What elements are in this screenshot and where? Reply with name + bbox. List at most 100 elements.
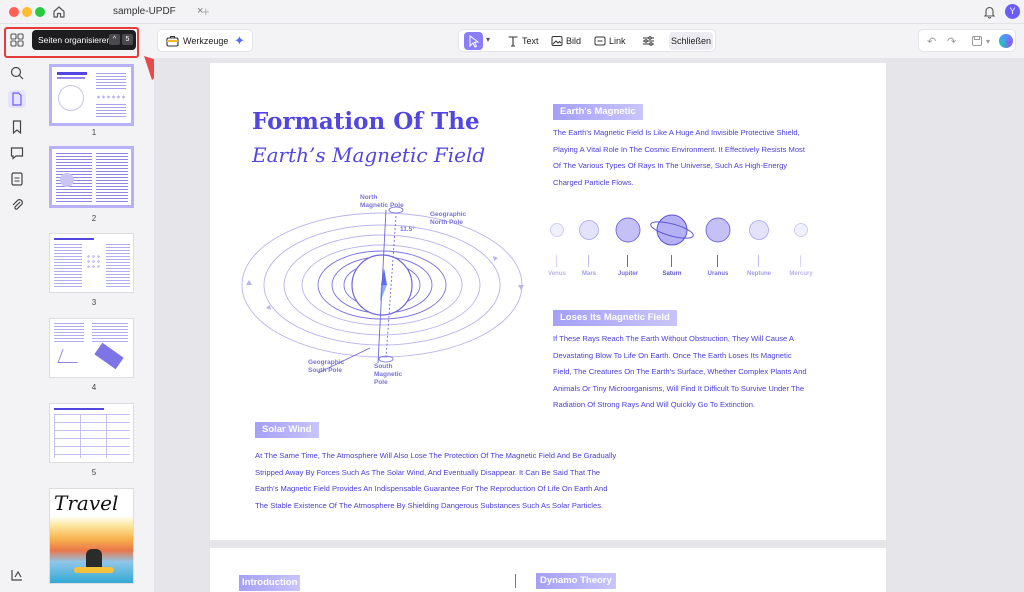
bell-icon[interactable] bbox=[983, 5, 996, 19]
close-edit-button[interactable]: Schließen bbox=[669, 32, 713, 50]
cursor-icon bbox=[469, 35, 480, 48]
new-tab-button[interactable]: + bbox=[202, 4, 210, 19]
link-tool-button[interactable]: Link bbox=[594, 32, 634, 50]
search-icon[interactable] bbox=[8, 64, 26, 82]
page-thumbnail-1[interactable] bbox=[49, 64, 134, 126]
image-icon bbox=[551, 36, 563, 46]
attachment-list-icon[interactable] bbox=[8, 170, 26, 188]
section-heading-introduction: Introduction bbox=[239, 575, 301, 591]
paragraph-line: Animals Or Tiny Microorganisms, Will Fin… bbox=[553, 383, 805, 393]
paragraph-line: If These Rays Reach The Earth Without Ob… bbox=[553, 334, 794, 343]
tilt-angle-label: 11.5° bbox=[400, 226, 415, 233]
section-heading-dynamo-theory: Dynamo Theory bbox=[536, 573, 616, 589]
paragraph-line: At The Same Time, The Atmosphere Will Al… bbox=[255, 451, 617, 460]
geographic-north-pole-label: Geographic North Pole bbox=[430, 211, 467, 226]
column-divider bbox=[515, 574, 516, 588]
page-number: 4 bbox=[91, 383, 97, 392]
image-tool-button[interactable]: Bild bbox=[551, 32, 591, 50]
paragraph-line: Charged Particle Flows. bbox=[553, 177, 634, 187]
text-tool-button[interactable]: Text bbox=[507, 32, 547, 50]
page-thumbnail-4[interactable] bbox=[49, 318, 134, 378]
home-icon[interactable] bbox=[52, 5, 66, 19]
left-sidebar bbox=[0, 58, 34, 592]
paragraph-line: The Stable Existence Of The Atmosphere B… bbox=[255, 500, 604, 510]
pdf-page-2: Introduction Dynamo Theory bbox=[210, 548, 886, 592]
document-viewer[interactable]: Formation Of The Earth’s Magnetic Field bbox=[154, 58, 1024, 592]
layers-icon[interactable] bbox=[8, 566, 26, 584]
section-heading-earths-magnetic: Earth's Magnetic bbox=[553, 104, 643, 120]
magnetic-field-diagram bbox=[241, 206, 524, 374]
ai-assistant-icon[interactable] bbox=[999, 34, 1013, 48]
adjust-settings-icon[interactable] bbox=[642, 35, 655, 47]
page-thumbnail-6[interactable]: Travel bbox=[49, 488, 134, 584]
right-toolbar-group: ↶ ↷ ▾ bbox=[918, 29, 1016, 52]
planet-tick bbox=[556, 255, 557, 267]
text-icon bbox=[508, 36, 518, 47]
planet-tick bbox=[627, 255, 628, 267]
page-number: 1 bbox=[91, 128, 97, 137]
earths-magnetic-paragraph: The Earth's Magnetic Field Is Like A Hug… bbox=[553, 125, 873, 191]
thumbnail-panel: 1 2 3 4 5 Travel bbox=[34, 58, 154, 592]
geographic-south-pole-label: Geographic South Pole bbox=[308, 359, 345, 374]
minimize-window-button[interactable] bbox=[22, 7, 32, 17]
link-icon bbox=[594, 36, 606, 46]
page-title: Formation Of The bbox=[252, 108, 480, 135]
page-icon bbox=[12, 92, 22, 106]
image-tool-label: Bild bbox=[566, 36, 582, 46]
page-number: 5 bbox=[91, 468, 97, 477]
comment-icon[interactable] bbox=[8, 144, 26, 162]
paragraph-line: Field, The Creatures On The Earth's Surf… bbox=[553, 367, 807, 377]
paragraph-line: Devastating Blow To Life On Earth. Once … bbox=[553, 350, 792, 360]
tools-label: Werkzeuge bbox=[183, 36, 229, 46]
paragraph-line: Radiation Of Strong Rays And Will Quickl… bbox=[553, 400, 756, 410]
ai-sparkle-icon[interactable]: ✦ bbox=[234, 33, 245, 49]
page-thumbnail-2[interactable] bbox=[49, 146, 134, 208]
tab-title: sample-UPDF bbox=[113, 6, 176, 17]
planet-label-uranus: Uranus bbox=[707, 271, 729, 277]
paragraph-line: Of The Various Types Of Rays In The Univ… bbox=[553, 161, 788, 171]
sidebar-item-thumbnails[interactable] bbox=[8, 90, 26, 108]
planet-tick bbox=[758, 255, 759, 267]
planet-tick bbox=[800, 255, 801, 267]
page-thumbnail-5[interactable] bbox=[49, 403, 134, 463]
planet-tick bbox=[717, 255, 718, 267]
section-heading-solar-wind: Solar Wind bbox=[255, 422, 319, 438]
planet-label-jupiter: Jupiter bbox=[617, 271, 639, 277]
toolbox-icon bbox=[166, 35, 179, 47]
highlight-annotation bbox=[4, 27, 139, 58]
paragraph-line: Stripped Away By Forces Such As The Sola… bbox=[255, 467, 601, 477]
planet-label-neptune: Neptune bbox=[747, 271, 771, 277]
page-number: 2 bbox=[91, 214, 97, 223]
page-subtitle: Earth’s Magnetic Field bbox=[252, 143, 486, 167]
link-tool-label: Link bbox=[609, 36, 626, 46]
edit-toolbar: ▾ Text Bild Link Schließen bbox=[458, 29, 716, 52]
close-window-button[interactable] bbox=[9, 7, 19, 17]
paragraph-line: Earth's Magnetic Field Provides An Indis… bbox=[255, 484, 608, 494]
chevron-down-icon[interactable]: ▾ bbox=[486, 35, 490, 44]
zoom-window-button[interactable] bbox=[35, 7, 45, 17]
loses-magnetic-field-paragraph: If These Rays Reach The Earth Without Ob… bbox=[553, 331, 873, 414]
select-tool-button[interactable] bbox=[464, 32, 483, 50]
travel-title: Travel bbox=[54, 491, 119, 515]
south-magnetic-pole-label: South Magnetic Pole bbox=[374, 363, 403, 386]
planet-label-venus: Venus bbox=[548, 271, 566, 277]
chevron-down-icon[interactable]: ▾ bbox=[986, 37, 990, 46]
planet-label-saturn: Saturn bbox=[662, 271, 682, 277]
avatar[interactable]: Y bbox=[1005, 4, 1020, 19]
planet-tick bbox=[588, 255, 589, 267]
text-tool-label: Text bbox=[522, 36, 539, 46]
bookmark-icon[interactable] bbox=[8, 118, 26, 136]
page-number: 3 bbox=[91, 298, 97, 307]
section-heading-loses-magnetic-field: Loses Its Magnetic Field bbox=[553, 310, 677, 326]
paperclip-icon[interactable] bbox=[8, 196, 26, 214]
redo-icon[interactable]: ↷ bbox=[947, 35, 956, 48]
north-magnetic-pole-label: North Magnetic Pole bbox=[360, 194, 404, 209]
title-bar: sample-UPDF × + Y bbox=[0, 0, 1024, 24]
paragraph-line: The Earth's Magnetic Field Is Like A Hug… bbox=[553, 128, 800, 137]
page-thumbnail-3[interactable] bbox=[49, 233, 134, 293]
planet-tick bbox=[671, 255, 672, 267]
tools-button[interactable]: Werkzeuge ✦ bbox=[157, 29, 253, 52]
save-icon[interactable] bbox=[971, 35, 983, 47]
planet-label-mars: Mars bbox=[581, 271, 597, 277]
undo-icon[interactable]: ↶ bbox=[927, 35, 936, 48]
